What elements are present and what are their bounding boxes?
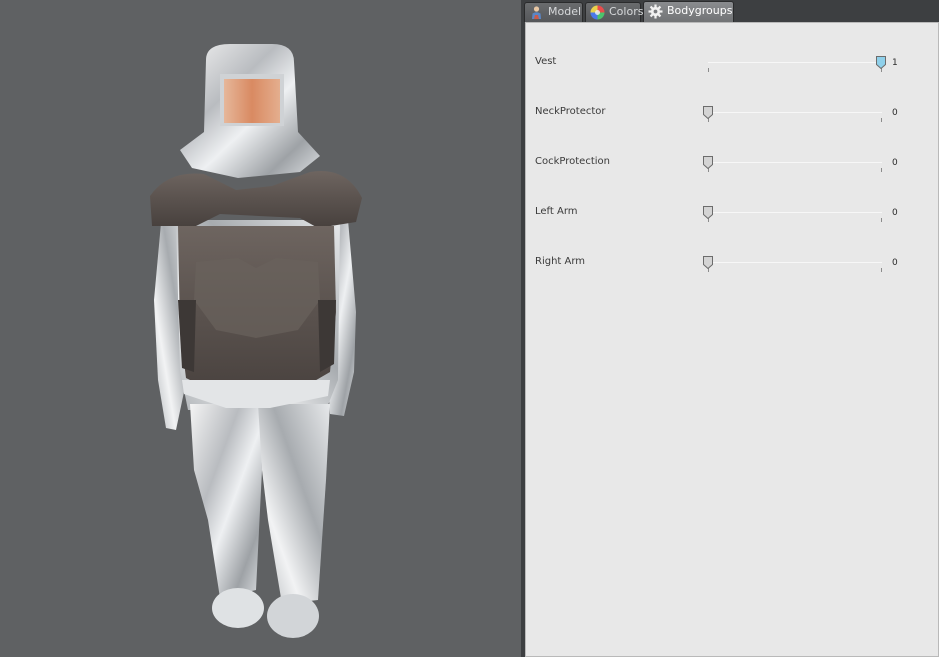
slider-value: 0 — [892, 258, 898, 268]
gear-icon — [648, 4, 663, 19]
bodygroups-content: Vest 1 NeckProtector 0 CockProtection 0 Left A… — [525, 22, 939, 657]
tab-colors-label: Colors — [609, 5, 644, 18]
slider-tick-max — [881, 168, 882, 172]
tab-colors[interactable]: Colors — [585, 2, 644, 22]
bodygroup-row: CockProtection 0 — [526, 153, 936, 183]
bodygroup-label: Right Arm — [535, 256, 586, 267]
slider-thumb[interactable] — [703, 156, 713, 169]
tab-model-label: Model — [548, 5, 582, 18]
bodygroup-row: NeckProtector 0 — [526, 103, 936, 133]
tab-bar: Model Colors Bodygroups — [521, 0, 939, 22]
slider-thumb[interactable] — [703, 256, 713, 269]
tab-bodygroups-label: Bodygroups — [667, 4, 733, 17]
application-window: Model Colors Bodygroups Vest 1 NeckProte… — [0, 0, 939, 657]
slider-tick-max — [881, 268, 882, 272]
slider-tick-max — [881, 218, 882, 222]
tab-model[interactable]: Model — [524, 2, 583, 22]
slider-tick-min — [708, 68, 709, 72]
bodygroup-label: Left Arm — [535, 206, 578, 217]
hazmat-suit-model — [150, 44, 362, 638]
tab-bodygroups[interactable]: Bodygroups — [643, 1, 734, 22]
bodygroup-label: CockProtection — [535, 156, 610, 167]
slider-value: 0 — [892, 108, 898, 118]
slider-thumb[interactable] — [876, 56, 886, 69]
slider-value: 0 — [892, 158, 898, 168]
slider-value: 0 — [892, 208, 898, 218]
bodygroup-row: Left Arm 0 — [526, 203, 936, 233]
slider-thumb[interactable] — [703, 206, 713, 219]
bodygroup-row: Vest 1 — [526, 53, 936, 83]
color-wheel-icon — [590, 5, 605, 20]
slider-track[interactable] — [708, 62, 882, 63]
slider-track[interactable] — [708, 212, 882, 213]
slider-thumb[interactable] — [703, 106, 713, 119]
slider-track[interactable] — [708, 162, 882, 163]
model-figure-icon — [532, 6, 541, 19]
slider-track[interactable] — [708, 112, 882, 113]
slider-value: 1 — [892, 58, 898, 68]
bodygroup-label: Vest — [535, 56, 557, 67]
model-viewport[interactable] — [0, 0, 521, 657]
slider-track[interactable] — [708, 262, 882, 263]
slider-tick-max — [881, 118, 882, 122]
bodygroup-label: NeckProtector — [535, 106, 606, 117]
bodygroup-row: Right Arm 0 — [526, 253, 936, 283]
properties-panel: Model Colors Bodygroups Vest 1 NeckProte… — [521, 0, 939, 657]
